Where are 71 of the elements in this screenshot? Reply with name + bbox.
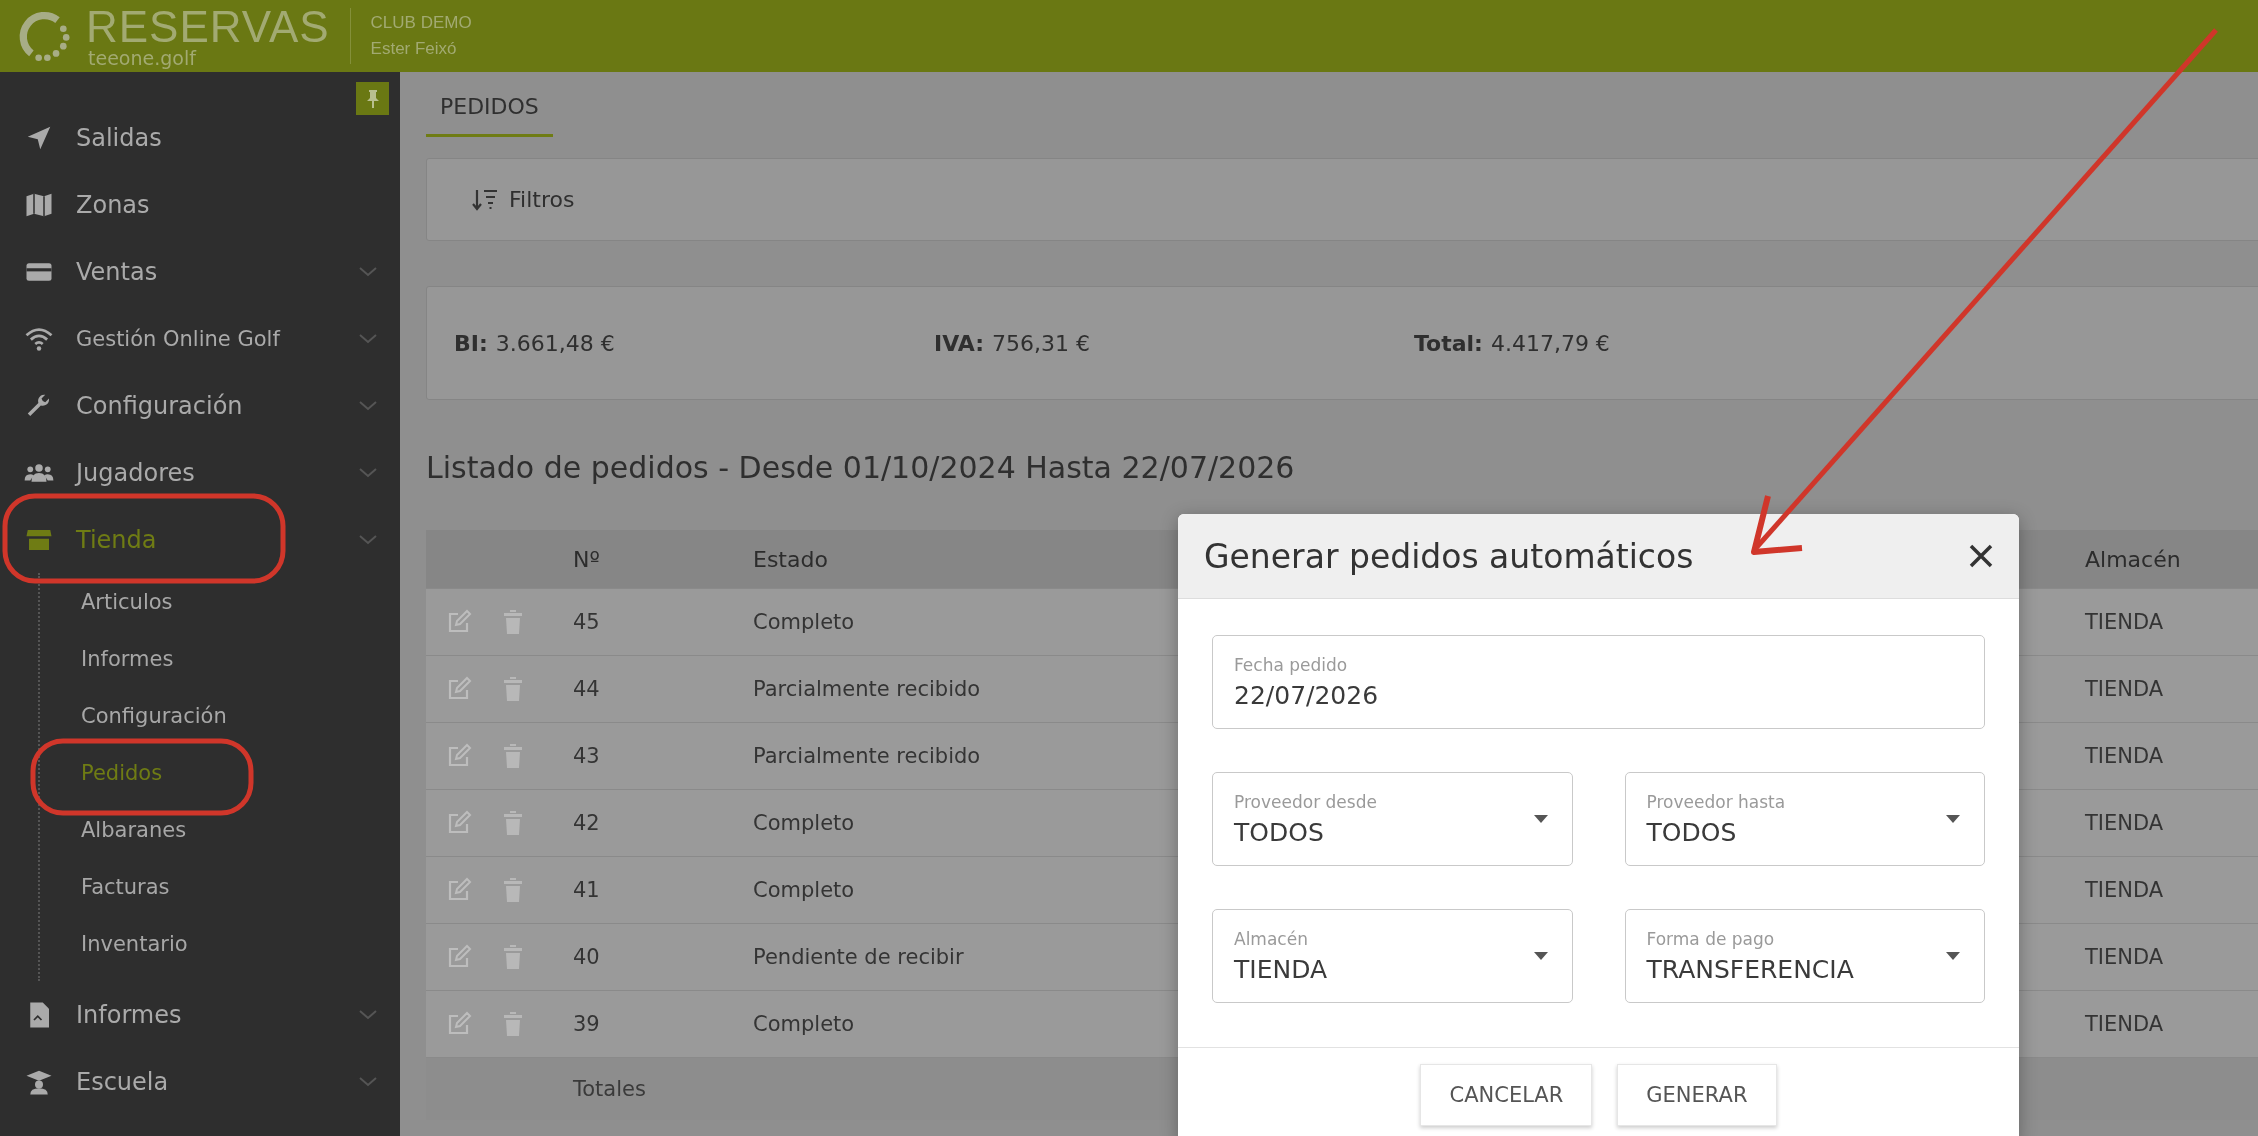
table-cell: Pendiente de recibir [753,945,964,969]
select-field[interactable]: Proveedor hasta TODOS [1624,772,1985,866]
logo-title: RESERVAS [86,4,330,49]
total-summary: Total: 4.417,79 € [1414,330,1611,356]
tab[interactable]: PEDIDOS [426,72,553,137]
total-summary: BI: 3.661,48 € [454,330,616,356]
table-cell: TIENDA [2085,811,2164,835]
table-cell: 42 [573,811,600,835]
total-summary: IVA: 756,31 € [934,330,1091,356]
table-cell: Completo [753,1012,855,1036]
caret-icon [1946,815,1960,823]
column-header: Almacén [2085,530,2258,588]
submenu-item[interactable]: Pedidos [40,744,400,801]
submenu-item[interactable]: Inventario [40,915,400,972]
edit-icon[interactable] [446,743,472,769]
caret-icon [1946,952,1960,960]
submenu-item[interactable]: Informes [40,630,400,687]
user-name: Ester Feixó [370,39,458,59]
cancel-button[interactable]: CANCELAR [1420,1064,1593,1126]
dialog-title: Generar pedidos automáticos [1204,536,1695,576]
generate-button[interactable]: GENERAR [1617,1064,1777,1126]
edit-icon[interactable] [446,676,472,702]
table-cell: 40 [573,945,600,969]
edit-icon[interactable] [446,609,472,635]
sidebar-item[interactable]: Gestión Online Golf [0,305,400,372]
edit-icon[interactable] [446,877,472,903]
select-field[interactable]: Almacén TIENDA [1212,909,1573,1003]
sidebar-item[interactable]: Escuela [0,1048,400,1115]
caret-icon [1533,815,1548,823]
table-cell: 44 [573,677,600,701]
table-cell: 43 [573,744,600,768]
select-field[interactable]: Forma de pago TRANSFERENCIA [1624,909,1985,1003]
date-field[interactable]: Fecha pedido 22/07/2026 [1212,635,1985,729]
table-cell: Completo [753,878,855,902]
submenu-item[interactable]: Facturas [40,858,400,915]
submenu-item[interactable]: Albaranes [40,801,400,858]
pin-button[interactable] [356,82,389,115]
close-button[interactable] [1967,542,1995,570]
sidebar-item[interactable]: Ventas [0,238,400,305]
sidebar-item[interactable]: Jugadores [0,439,400,506]
table-cell: TIENDA [2085,945,2164,969]
edit-icon[interactable] [446,1011,472,1037]
column-header: Nº [573,530,753,588]
select-field[interactable]: Proveedor desde TODOS [1212,772,1573,866]
edit-icon[interactable] [446,810,472,836]
submenu-item[interactable]: Configuración [40,687,400,744]
sidebar-item[interactable]: Tienda [0,506,400,573]
table-cell: TIENDA [2085,610,2164,634]
table-cell: 45 [573,610,600,634]
list-title: Listado de pedidos - Desde 01/10/2024 Hasta 22/07/2026 [426,450,1296,487]
table-cell: Parcialmente recibido [753,677,981,701]
submenu-item[interactable]: Articulos [40,573,400,630]
totals-label: Totales [573,1057,753,1120]
table-cell: TIENDA [2085,744,2164,768]
logo-subtitle: teeone.golf [88,48,198,68]
sidebar-item[interactable]: Zonas [0,171,400,238]
edit-icon[interactable] [446,944,472,970]
sidebar-item[interactable]: Configuración [0,372,400,439]
table-cell: TIENDA [2085,878,2164,902]
filters-button[interactable]: Filtros [465,185,581,214]
club-name: CLUB DEMO [370,13,472,33]
table-cell: TIENDA [2085,677,2164,701]
sidebar-item[interactable]: Informes [0,981,400,1048]
table-cell: Completo [753,811,855,835]
caret-icon [1533,952,1548,960]
table-cell: Parcialmente recibido [753,744,981,768]
table-cell: Completo [753,610,855,634]
table-cell: 39 [573,1012,600,1036]
table-cell: TIENDA [2085,1012,2164,1036]
table-cell: 41 [573,878,600,902]
sidebar-item[interactable]: Salidas [0,104,400,171]
